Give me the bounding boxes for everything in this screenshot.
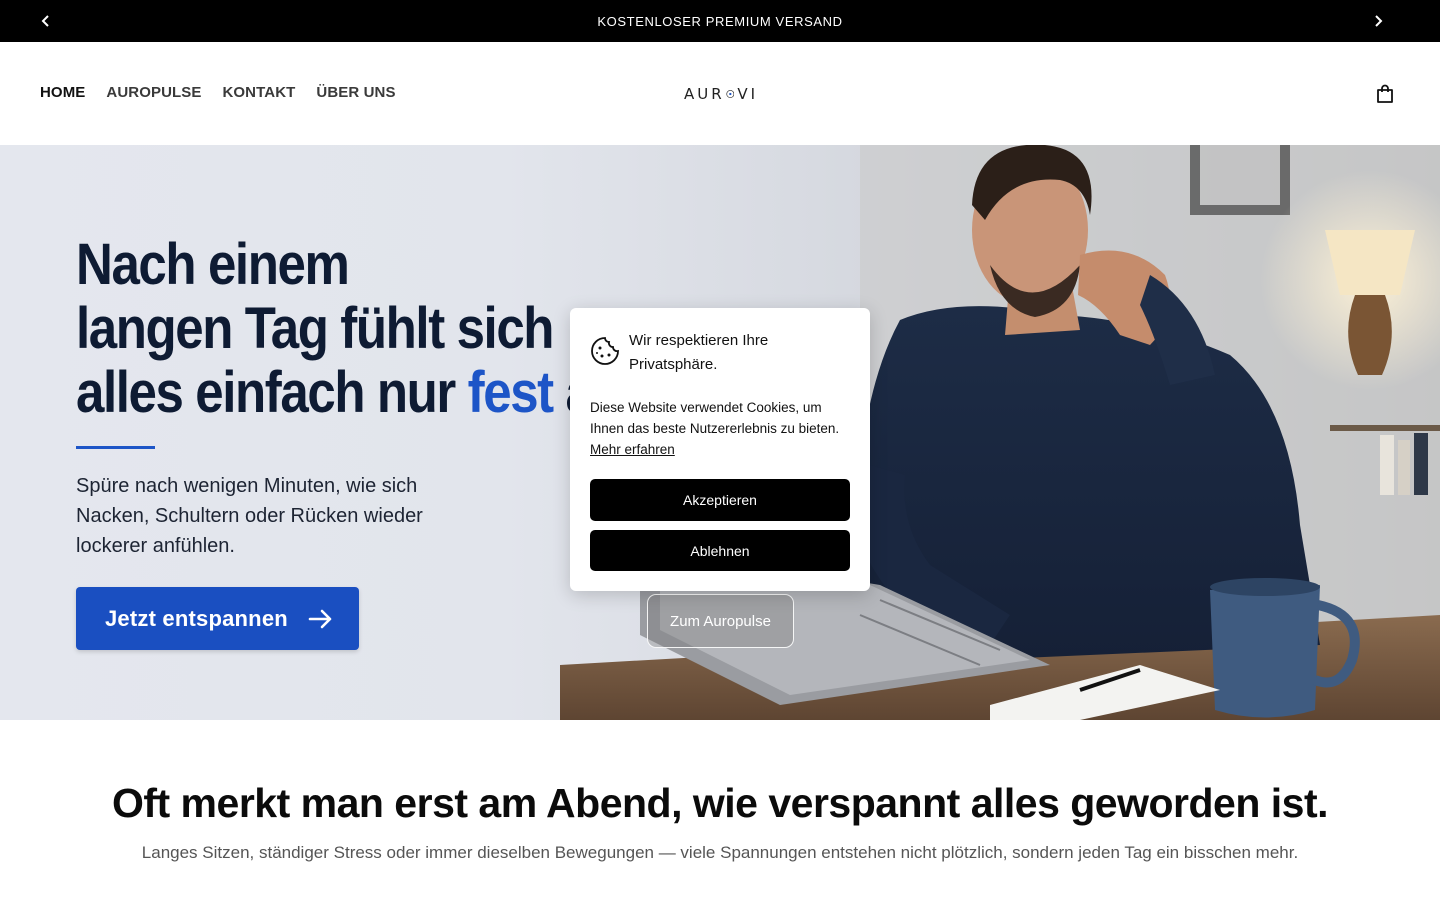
cookie-learn-more-link[interactable]: Mehr erfahren	[590, 439, 675, 460]
cookie-decline-button[interactable]: Ablehnen	[590, 530, 850, 571]
logo-text-left: AUR	[684, 85, 725, 103]
chevron-right-icon	[1375, 15, 1383, 27]
cookie-title: Wir respektieren Ihre Privatsphäre.	[629, 332, 769, 373]
nav-item-ueber-uns[interactable]: ÜBER UNS	[316, 84, 395, 101]
zum-auropulse-button[interactable]: Zum Auropulse	[647, 594, 794, 648]
nav-item-home[interactable]: HOME	[40, 84, 85, 101]
hero-title-line3-pre: alles einfach nur	[76, 360, 468, 425]
hero-title-line1: Nach einem	[76, 232, 350, 297]
section-subtitle: Langes Sitzen, ständiger Stress oder imm…	[141, 843, 1299, 862]
hero-subtitle: Spüre nach wenigen Minuten, wie sich Nac…	[76, 475, 423, 557]
hero-title: Nach einem langen Tag fühlt sich alles e…	[76, 232, 624, 425]
arrow-right-icon	[308, 609, 332, 628]
cookie-accept-button[interactable]: Akzeptieren	[590, 479, 850, 521]
logo-mark-icon	[726, 90, 734, 98]
chevron-left-icon	[41, 15, 49, 27]
cta-jetzt-entspannen-button[interactable]: Jetzt entspannen	[76, 587, 359, 650]
cookie-consent-dialog: Wir respektieren Ihre Privatsphäre. Dies…	[570, 308, 870, 591]
site-logo[interactable]: AUR VI	[684, 82, 758, 106]
logo-text-right: VI	[737, 85, 758, 103]
cookie-text: Diese Website verwendet Cookies, um Ihne…	[590, 400, 840, 436]
nav-item-auropulse[interactable]: AUROPULSE	[106, 84, 201, 101]
announcement-next-button[interactable]	[1357, 0, 1399, 42]
hero-title-highlight: fest	[467, 360, 555, 425]
site-header: HOME AUROPULSE KONTAKT ÜBER UNS AUR VI	[0, 42, 1440, 145]
cookie-icon	[591, 337, 619, 365]
section-title: Oft merkt man erst am Abend, wie verspan…	[111, 780, 1329, 826]
main-nav: HOME AUROPULSE KONTAKT ÜBER UNS	[40, 84, 396, 101]
nav-item-kontakt[interactable]: KONTAKT	[222, 84, 295, 101]
announcement-text: KOSTENLOSER PREMIUM VERSAND	[597, 13, 843, 29]
cta-label: Jetzt entspannen	[105, 605, 288, 631]
shopping-bag-icon	[1377, 84, 1393, 103]
announcement-prev-button[interactable]	[25, 0, 67, 42]
hero-accent-rule	[76, 446, 155, 449]
cart-button[interactable]	[1374, 83, 1396, 105]
announcement-bar: KOSTENLOSER PREMIUM VERSAND	[0, 0, 1440, 42]
hero-title-line2: langen Tag fühlt sich	[76, 296, 554, 361]
